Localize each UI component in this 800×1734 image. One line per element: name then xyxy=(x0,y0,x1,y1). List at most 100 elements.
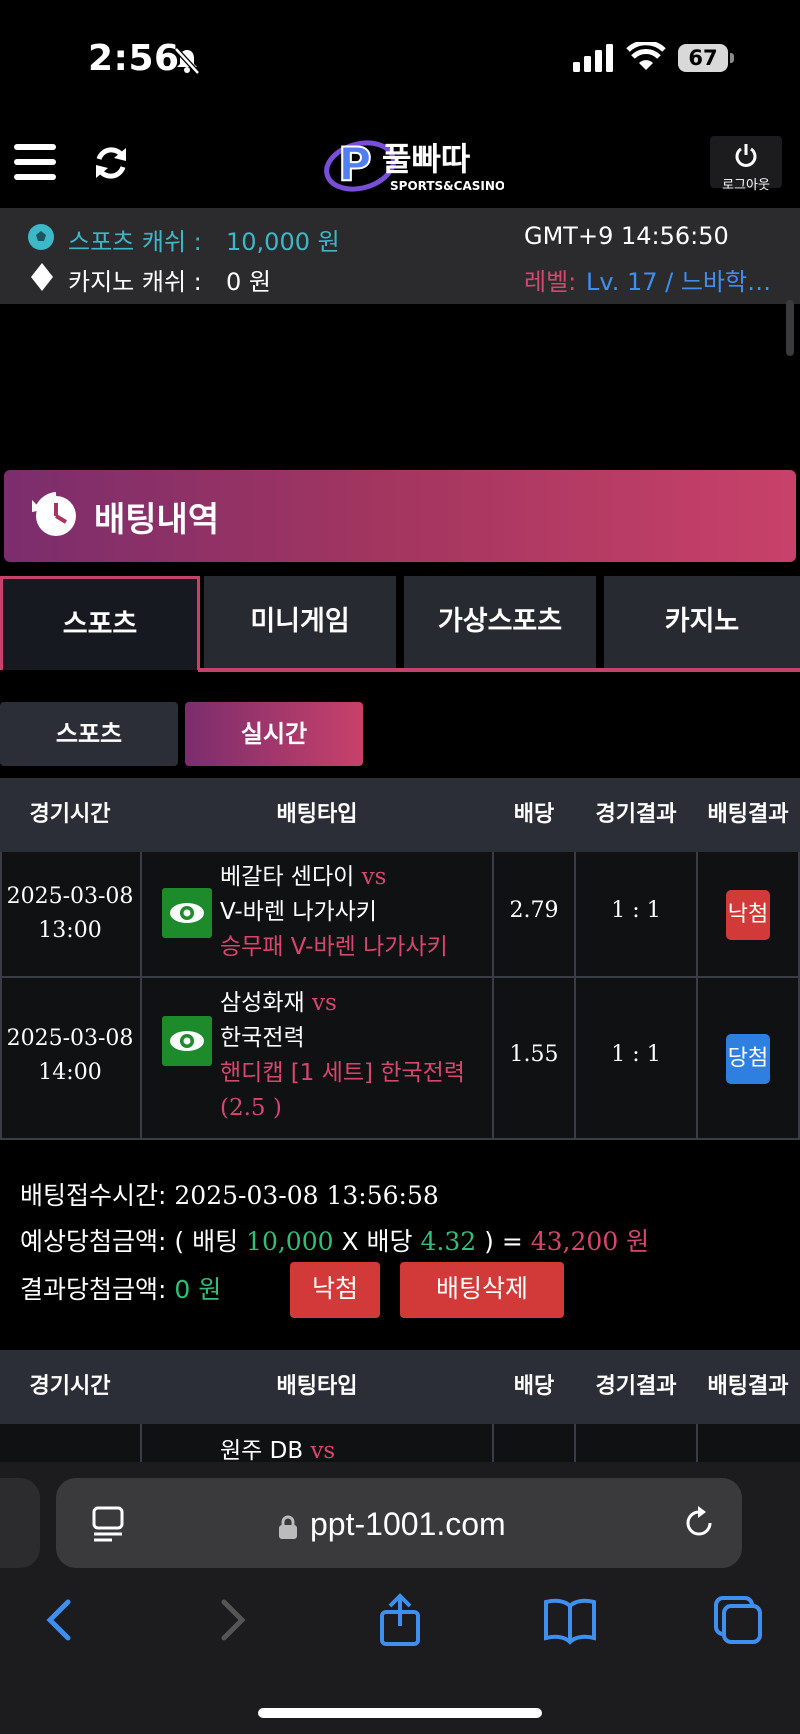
col-header-odds: 배당 xyxy=(513,1374,555,1399)
sports-cash-label: 스포츠 캐쉬 : xyxy=(68,228,202,256)
view-detail-icon[interactable] xyxy=(162,888,212,938)
expected-amount-value: 43,200 원 xyxy=(530,1227,650,1256)
home-team: 원주 DB xyxy=(220,1438,304,1464)
level-value: Lv. 17 / 느바학… xyxy=(586,268,772,296)
casino-cash-value: 0 원 xyxy=(226,268,271,296)
away-team: 한국전력 xyxy=(220,1025,305,1051)
col-header-bet-type: 배팅타입 xyxy=(276,1374,358,1399)
table-header: 경기시간 배팅타입 배당 경기결과 배팅결과 xyxy=(0,1350,800,1424)
odds-value: 1.55 xyxy=(509,1042,559,1067)
match-score: 1 : 1 xyxy=(611,1042,661,1067)
main-tabs: 스포츠 미니게임 가상스포츠 카지노 xyxy=(0,576,800,672)
bet-pick-line: (2.5 ) xyxy=(220,1095,282,1121)
tabs-underline xyxy=(198,668,800,672)
status-bar: 2:56 67 xyxy=(0,0,800,118)
battery-indicator: 67 xyxy=(678,44,728,72)
match-date: 2025-03-08 xyxy=(6,1026,134,1051)
cellular-signal-icon xyxy=(573,44,613,72)
cash-bar: 스포츠 캐쉬 : 10,000 원 카지노 캐쉬 : 0 원 GMT+9 14:… xyxy=(0,208,800,304)
col-header-time: 경기시간 xyxy=(29,1374,111,1399)
table-row: 2025-03-08 13:00 베갈타 센다이 vs V-바렌 나가사키 승무… xyxy=(0,852,800,978)
status-time: 2:56 xyxy=(88,38,180,79)
bet-result-badge: 당첨 xyxy=(726,1034,770,1084)
svg-text:P: P xyxy=(338,137,372,191)
times-odds-label: X 배당 xyxy=(341,1227,413,1256)
server-clock: GMT+9 14:56:50 xyxy=(524,222,729,250)
table-row: 2025-03-08 14:00 삼성화재 vs 한국전력 핸디캡 [1 세트]… xyxy=(0,978,800,1140)
received-label: 배팅접수시간: xyxy=(20,1181,167,1210)
bet-status-button[interactable]: 낙첨 xyxy=(290,1262,380,1318)
odds-value: 2.79 xyxy=(509,898,559,923)
tab-sports[interactable]: 스포츠 xyxy=(0,576,200,670)
view-detail-icon[interactable] xyxy=(162,1016,212,1066)
match-date: 2025-03-08 xyxy=(6,884,134,909)
expected-amount: 예상당첨금액: ( 배팅 10,000 X 배당 4.32 ) = 43,200… xyxy=(20,1222,649,1258)
col-header-bet-result: 배팅결과 xyxy=(707,802,789,827)
logo-subtext: SPORTS&CASINO xyxy=(390,179,504,193)
result-amount-value: 0 원 xyxy=(174,1275,222,1304)
logout-button[interactable]: 로그아웃 xyxy=(710,136,782,193)
home-team: 삼성화재 xyxy=(220,990,305,1016)
soccer-ball-icon xyxy=(28,224,54,250)
site-logo[interactable]: P 풀빠따 SPORTS&CASINO xyxy=(324,130,505,200)
match-score: 1 : 1 xyxy=(611,898,661,923)
level-label: 레벨: xyxy=(524,268,577,296)
vs-label: vs xyxy=(310,1438,336,1464)
history-clock-icon xyxy=(32,492,76,536)
tabs-icon[interactable] xyxy=(710,1592,766,1648)
reload-icon[interactable] xyxy=(680,1504,718,1542)
col-header-bet-result: 배팅결과 xyxy=(707,1374,789,1399)
total-odds-value: 4.32 xyxy=(420,1227,477,1256)
col-header-bet-type: 배팅타입 xyxy=(276,802,358,827)
expected-open: ( 배팅 xyxy=(174,1227,239,1256)
back-icon[interactable] xyxy=(32,1592,88,1648)
result-amount: 결과당첨금액: 0 원 xyxy=(20,1270,221,1306)
result-label: 결과당첨금액: xyxy=(20,1275,167,1304)
bet-description: 삼성화재 vs 한국전력 핸디캡 [1 세트] 한국전력 (2.5 ) xyxy=(220,986,490,1126)
bet-pick: 핸디캡 [1 세트] 한국전력 xyxy=(220,1060,465,1086)
previous-tab-preview[interactable] xyxy=(0,1478,40,1568)
bookmarks-icon[interactable] xyxy=(542,1592,598,1648)
subtab-sports[interactable]: 스포츠 xyxy=(0,702,178,766)
tab-virtual-sports[interactable]: 가상스포츠 xyxy=(404,576,596,670)
power-icon xyxy=(735,144,757,167)
casino-cash-label: 카지노 캐쉬 : xyxy=(68,268,202,296)
stake-value: 10,000 xyxy=(246,1227,334,1256)
tab-minigame[interactable]: 미니게임 xyxy=(204,576,396,670)
sports-cash-value: 10,000 원 xyxy=(226,228,340,256)
subtab-live[interactable]: 실시간 xyxy=(185,702,363,766)
expected-label: 예상당첨금액: xyxy=(20,1227,167,1256)
col-header-match-result: 경기결과 xyxy=(595,802,677,827)
vs-label: vs xyxy=(311,990,337,1016)
diamond-icon xyxy=(31,263,53,291)
match-time: 14:00 xyxy=(38,1060,102,1085)
home-team: 베갈타 센다이 xyxy=(220,864,355,890)
logout-label: 로그아웃 xyxy=(722,178,770,193)
bet-description: 베갈타 센다이 vs V-바렌 나가사키 승무패 V-바렌 나가사키 xyxy=(220,860,490,965)
refresh-icon[interactable] xyxy=(90,142,132,184)
hamburger-menu-icon[interactable] xyxy=(14,144,56,180)
tab-casino[interactable]: 카지노 xyxy=(604,576,800,670)
col-header-time: 경기시간 xyxy=(29,802,111,827)
betting-history-banner: 배팅내역 xyxy=(4,470,796,562)
col-header-match-result: 경기결과 xyxy=(595,1374,677,1399)
forward-icon[interactable] xyxy=(204,1592,260,1648)
reader-mode-icon[interactable] xyxy=(92,1506,124,1542)
logo-text: 풀빠따 xyxy=(382,140,470,178)
bet-pick: 승무패 V-바렌 나가사키 xyxy=(220,934,448,960)
received-time: 배팅접수시간: 2025-03-08 13:56:58 xyxy=(20,1176,439,1212)
expected-close: ) = xyxy=(484,1227,523,1256)
bet-result-badge: 낙첨 xyxy=(726,890,770,940)
scrollbar[interactable] xyxy=(786,300,794,356)
away-team: V-바렌 나가사키 xyxy=(220,899,377,925)
home-indicator[interactable] xyxy=(258,1708,542,1718)
wifi-icon xyxy=(626,42,666,70)
share-icon[interactable] xyxy=(372,1592,428,1648)
lock-icon xyxy=(279,1515,297,1539)
col-header-odds: 배당 xyxy=(513,802,555,827)
delete-bet-button[interactable]: 배팅삭제 xyxy=(400,1262,564,1318)
page-title: 배팅내역 xyxy=(94,500,220,540)
vs-label: vs xyxy=(361,864,387,890)
url-text[interactable]: ppt-1001.com xyxy=(310,1506,506,1543)
table-header: 경기시간 배팅타입 배당 경기결과 배팅결과 xyxy=(0,778,800,852)
